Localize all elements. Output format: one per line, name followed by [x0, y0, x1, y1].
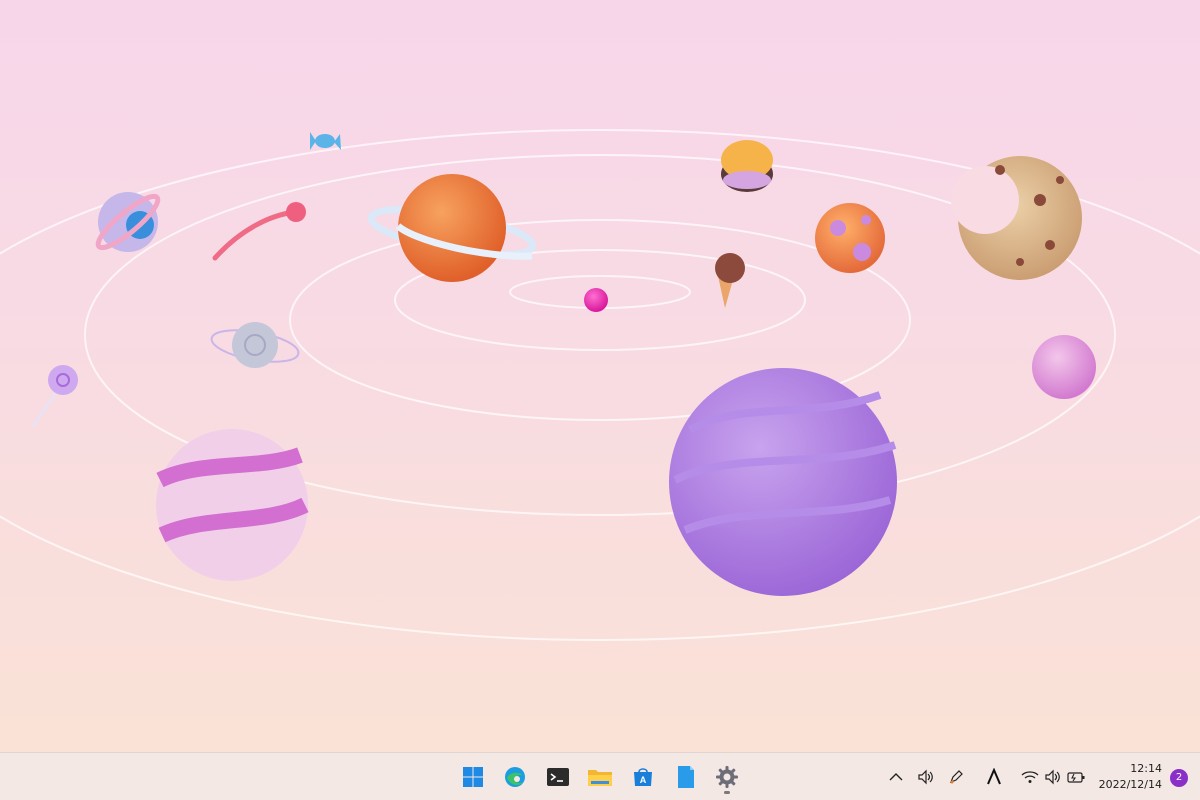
cookie-moon — [951, 156, 1082, 280]
notification-badge[interactable]: 2 — [1170, 769, 1188, 787]
store-icon: A — [634, 768, 652, 786]
wallpaper-candy-planets — [0, 129, 1200, 641]
notepad-button[interactable] — [667, 759, 703, 795]
tray-volume-button[interactable] — [916, 767, 936, 787]
tray-pen-button[interactable] — [946, 767, 966, 787]
grey-satellite-planet — [210, 322, 300, 368]
volume-icon — [918, 769, 933, 785]
pink-sun — [584, 288, 608, 312]
clock[interactable]: 12:14 2022/12/14 — [1099, 761, 1162, 793]
edge-button[interactable] — [497, 759, 533, 795]
windows-logo-icon — [463, 767, 483, 787]
taskbar: A 12:14 2022/12/14 2 — [0, 752, 1200, 800]
file-explorer-button[interactable] — [582, 759, 618, 795]
svg-text:A: A — [640, 775, 647, 785]
spotted-planet — [815, 203, 885, 273]
ice-cream-cone — [715, 253, 745, 308]
battery-icon — [1067, 772, 1085, 783]
clock-date: 2022/12/14 — [1098, 778, 1162, 791]
wrapped-candy — [310, 132, 341, 150]
pink-striped-planet — [1032, 335, 1096, 399]
start-button[interactable] — [455, 759, 491, 795]
terminal-button[interactable] — [540, 759, 576, 795]
settings-button[interactable] — [709, 759, 745, 795]
speaker-icon — [1045, 769, 1060, 785]
tray-font-button[interactable] — [984, 767, 1004, 787]
lollipop — [31, 365, 78, 427]
gear-icon — [716, 766, 738, 788]
tray-wifi-button[interactable] — [1020, 767, 1040, 787]
chevron-up-icon — [889, 773, 903, 781]
show-hidden-icons-button[interactable] — [886, 767, 906, 787]
notepad-icon — [678, 766, 694, 788]
running-indicator — [724, 791, 730, 794]
font-icon — [987, 768, 1001, 785]
tray-speaker-button[interactable] — [1043, 767, 1063, 787]
wifi-icon — [1021, 771, 1039, 783]
edge-browser-icon — [505, 767, 525, 787]
terminal-icon — [547, 768, 569, 786]
orange-ringed-planet — [367, 174, 537, 282]
desktop[interactable] — [0, 0, 1200, 752]
folder-icon — [588, 770, 612, 786]
microsoft-store-button[interactable]: A — [625, 759, 661, 795]
purple-planet — [669, 368, 897, 596]
pen-icon — [949, 770, 963, 784]
tray-battery-button[interactable] — [1066, 767, 1086, 787]
pink-swirl-planet — [156, 429, 309, 581]
clock-time: 12:14 — [1130, 762, 1162, 775]
macaron — [721, 140, 773, 192]
